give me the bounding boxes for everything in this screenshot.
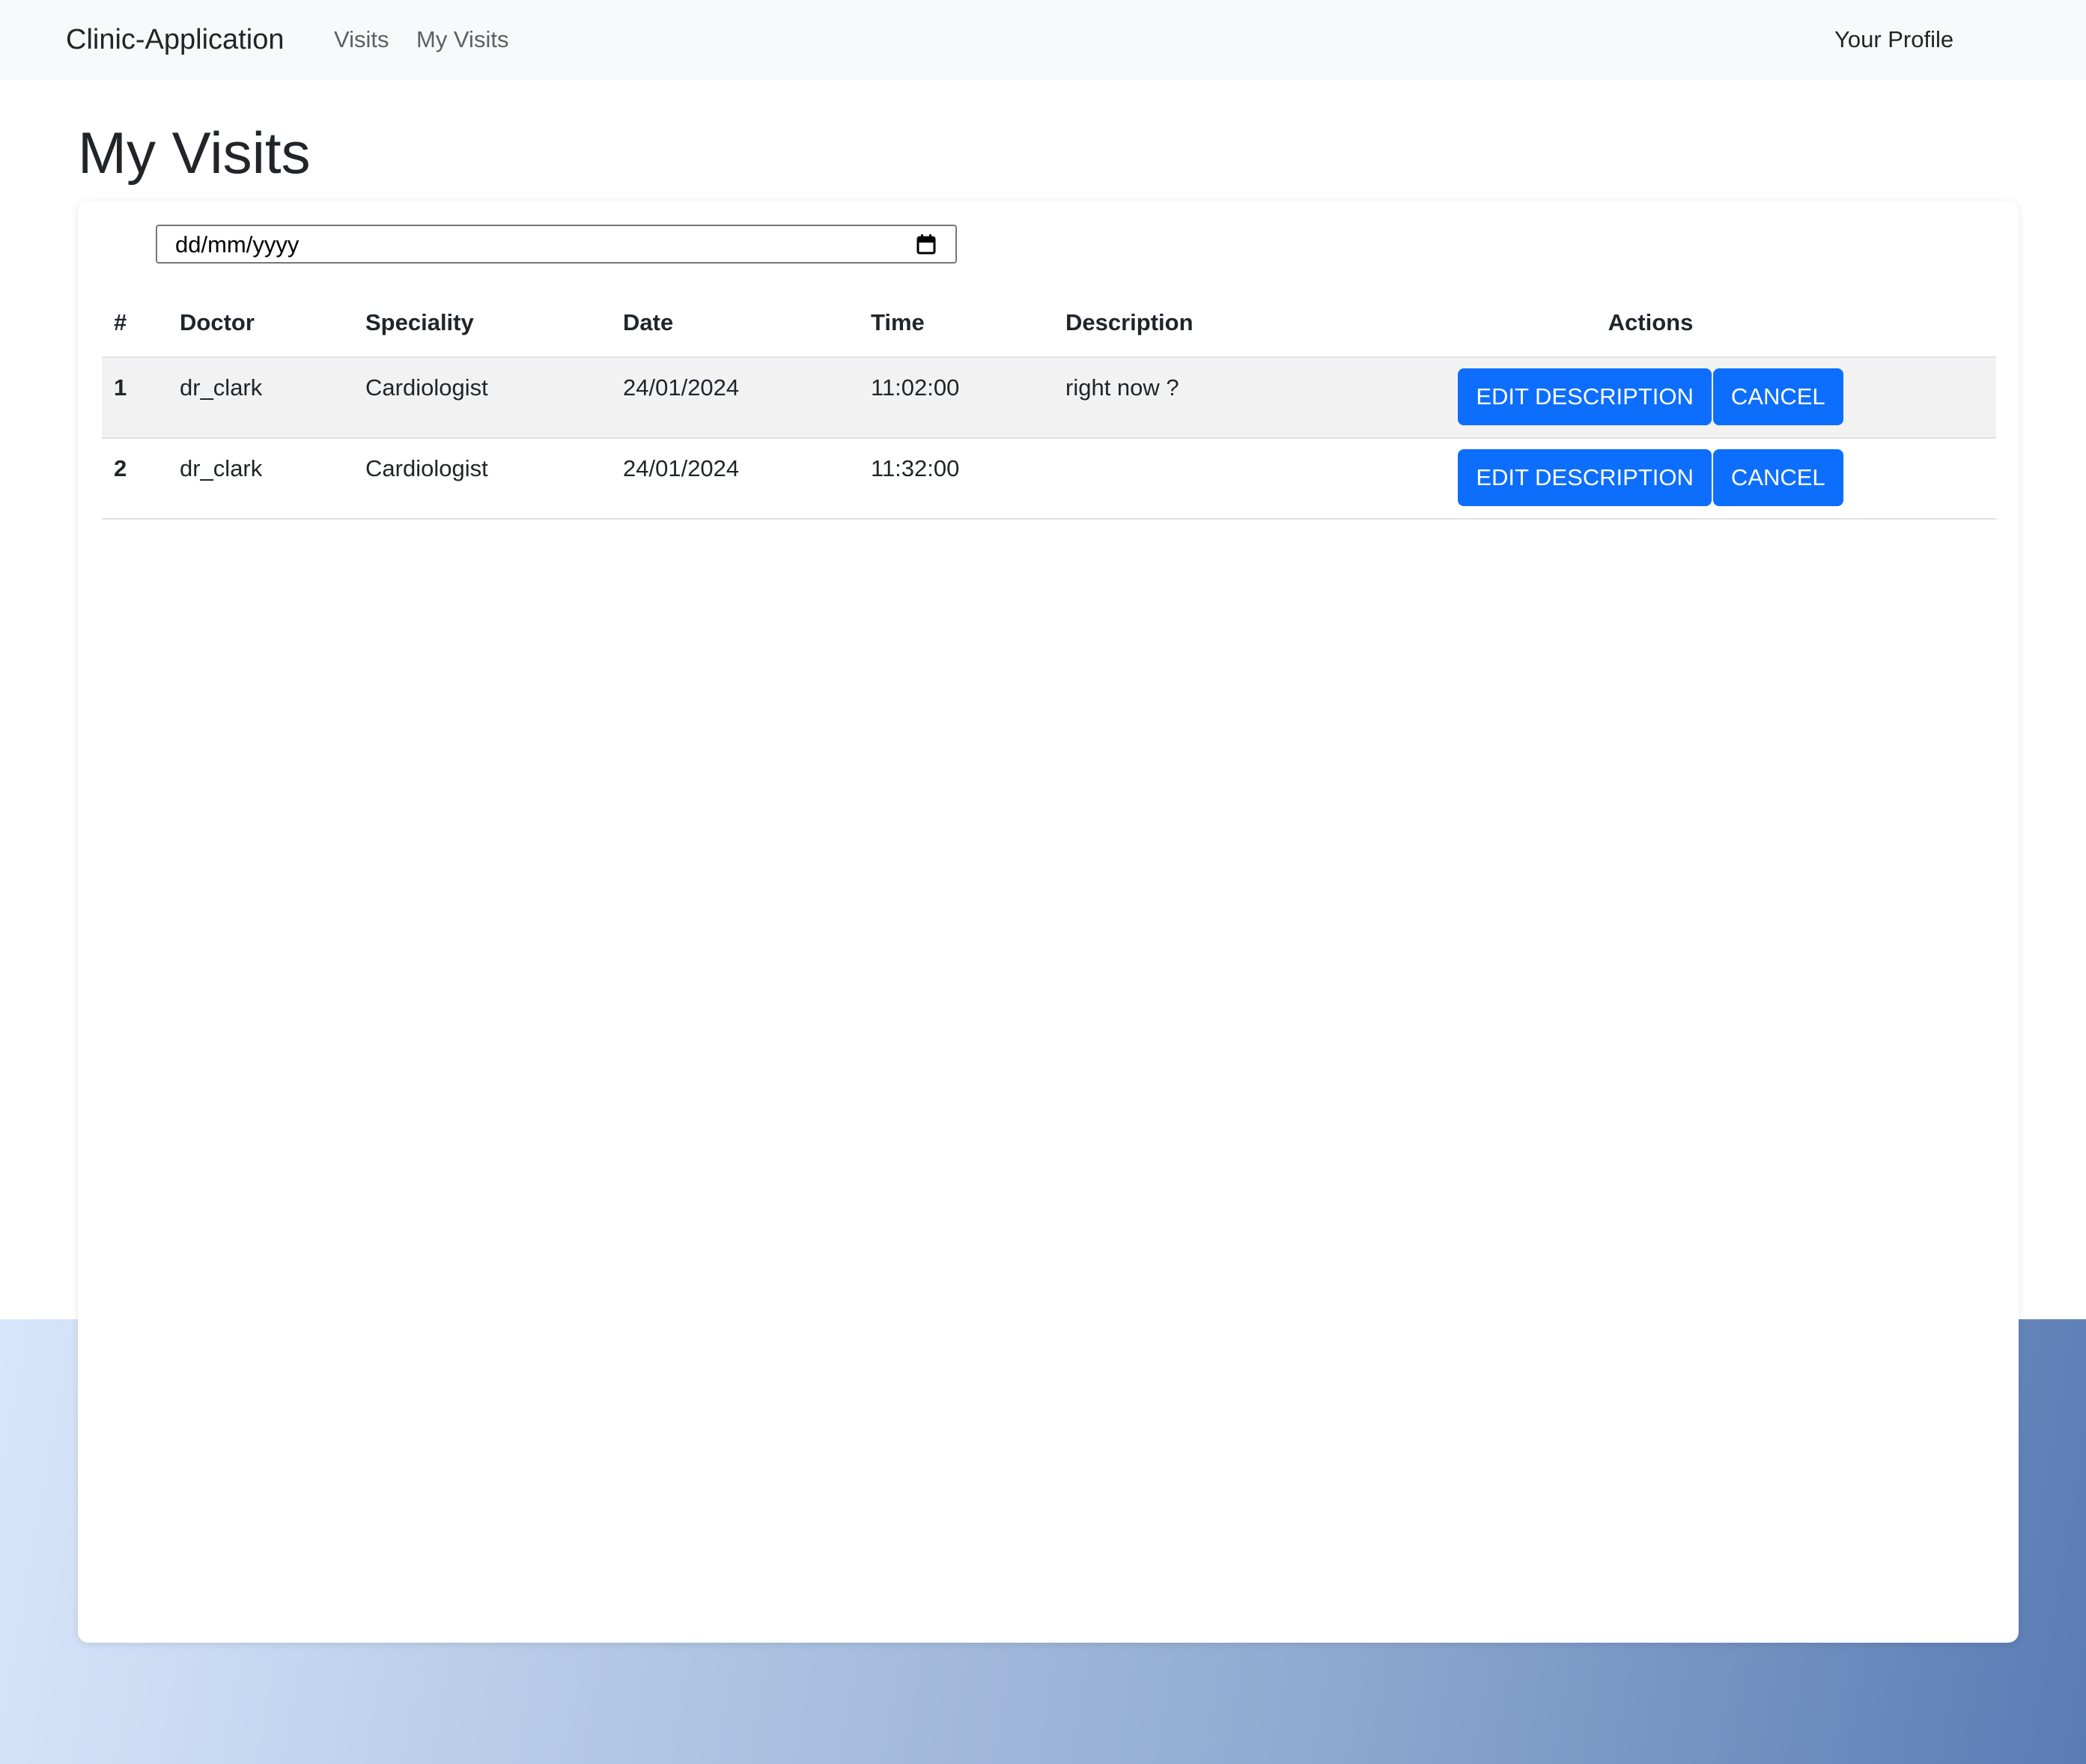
cell-time: 11:02:00 <box>859 357 1053 439</box>
table-row: 1 dr_clark Cardiologist 24/01/2024 11:02… <box>102 357 1996 439</box>
column-header-time: Time <box>859 289 1053 358</box>
cell-actions: EDIT DESCRIPTION CANCEL <box>1305 438 1996 520</box>
nav-link-my-visits[interactable]: My Visits <box>416 24 508 55</box>
cancel-visit-button[interactable]: CANCEL <box>1712 368 1843 425</box>
cell-speciality: Cardiologist <box>353 438 611 520</box>
visits-card: dd/mm/yyyy # Doctor Speciality Date Time <box>78 201 2019 1643</box>
table-header-row: # Doctor Speciality Date Time Descriptio… <box>102 289 1996 358</box>
cell-number: 2 <box>102 438 168 520</box>
cell-date: 24/01/2024 <box>611 357 859 439</box>
page-title: My Visits <box>78 120 311 186</box>
column-header-date: Date <box>611 289 859 358</box>
cell-date: 24/01/2024 <box>611 438 859 520</box>
cancel-visit-button[interactable]: CANCEL <box>1712 449 1843 506</box>
cell-doctor: dr_clark <box>168 357 353 439</box>
nav-link-visits[interactable]: Visits <box>334 24 389 55</box>
cell-actions: EDIT DESCRIPTION CANCEL <box>1305 357 1996 439</box>
date-filter-input[interactable]: dd/mm/yyyy <box>156 225 957 264</box>
edit-description-button[interactable]: EDIT DESCRIPTION <box>1458 368 1712 425</box>
date-input-placeholder: dd/mm/yyyy <box>175 231 299 258</box>
table-row: 2 dr_clark Cardiologist 24/01/2024 11:32… <box>102 438 1996 520</box>
cell-speciality: Cardiologist <box>353 357 611 439</box>
calendar-icon[interactable] <box>916 234 936 255</box>
column-header-speciality: Speciality <box>353 289 611 358</box>
edit-description-button[interactable]: EDIT DESCRIPTION <box>1458 449 1712 506</box>
top-navbar: Clinic-Application Visits My Visits Your… <box>0 0 2086 80</box>
cell-time: 11:32:00 <box>859 438 1053 520</box>
nav-link-your-profile[interactable]: Your Profile <box>1834 24 1953 55</box>
cell-description <box>1053 438 1305 520</box>
cell-number: 1 <box>102 357 168 439</box>
brand-link[interactable]: Clinic-Application <box>66 21 284 58</box>
column-header-number: # <box>102 289 168 358</box>
column-header-actions: Actions <box>1305 289 1996 358</box>
column-header-doctor: Doctor <box>168 289 353 358</box>
cell-doctor: dr_clark <box>168 438 353 520</box>
visits-table: # Doctor Speciality Date Time Descriptio… <box>102 289 1996 520</box>
cell-description: right now ? <box>1053 357 1305 439</box>
column-header-description: Description <box>1053 289 1305 358</box>
